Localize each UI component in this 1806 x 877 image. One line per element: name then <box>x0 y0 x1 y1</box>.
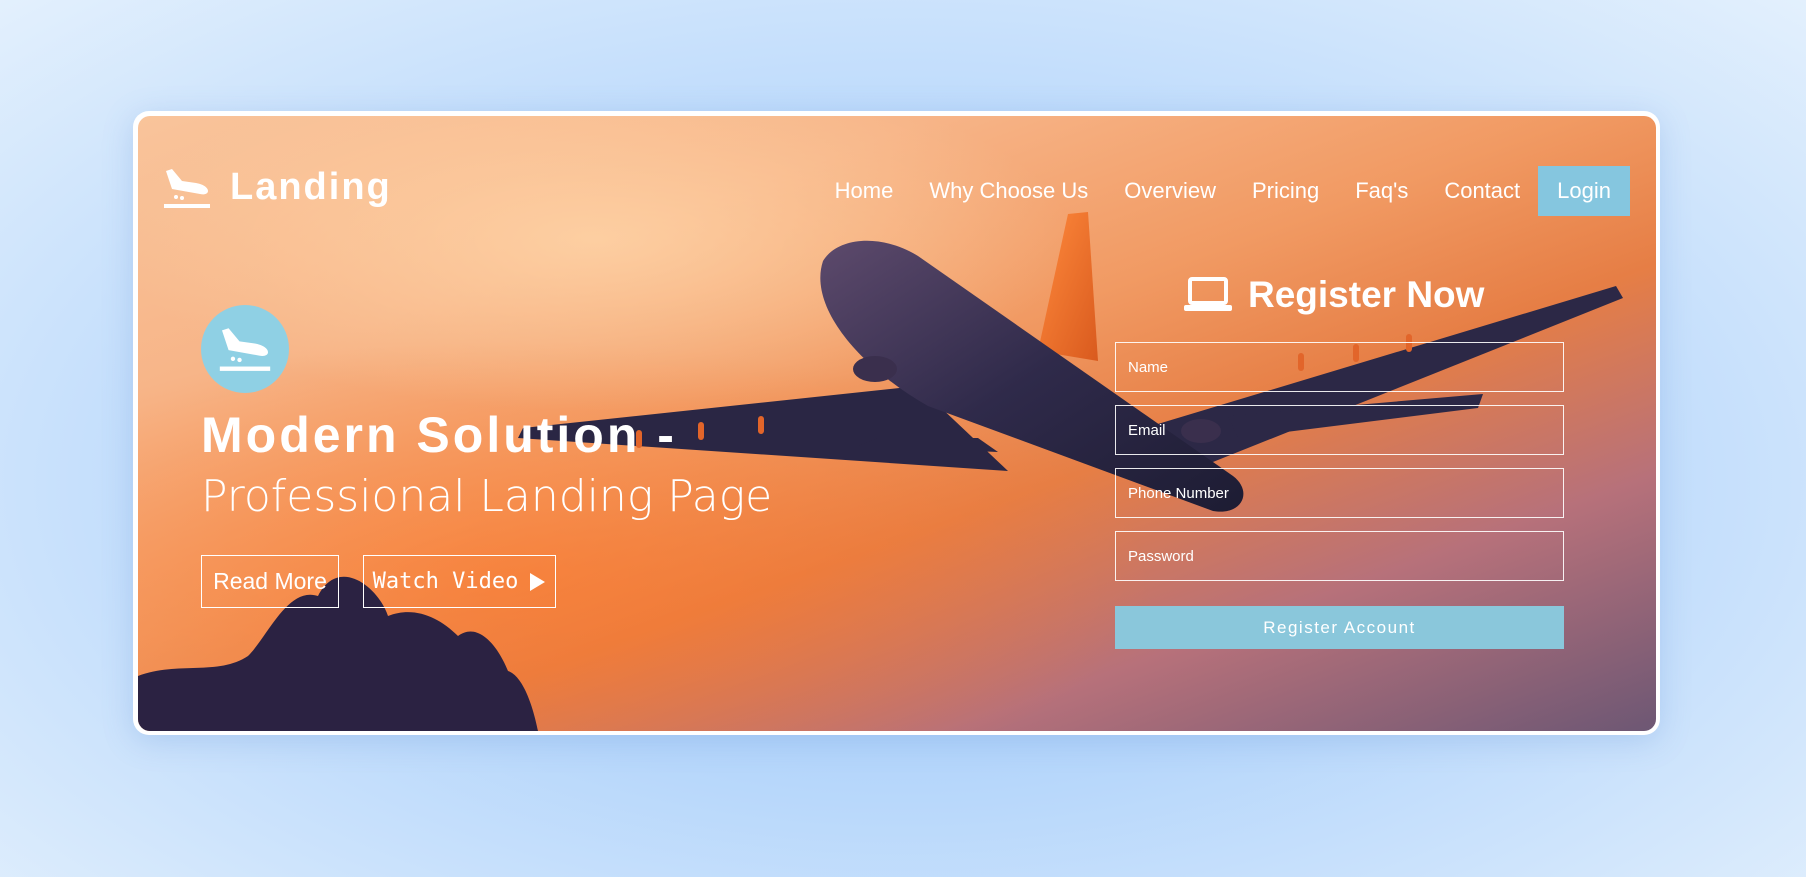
hero-badge <box>201 305 289 393</box>
read-more-label: Read More <box>213 568 327 594</box>
main-nav: Home Why Choose Us Overview Pricing Faq'… <box>817 166 1630 216</box>
nav-why-choose-us[interactable]: Why Choose Us <box>911 166 1106 216</box>
register-title-text: Register Now <box>1248 274 1485 315</box>
name-field[interactable] <box>1115 342 1564 392</box>
login-button[interactable]: Login <box>1538 166 1630 216</box>
hero-headline: Modern Solution - <box>201 407 677 463</box>
hero-subline: Professional Landing Page <box>201 471 773 522</box>
nav-faqs[interactable]: Faq's <box>1337 166 1426 216</box>
watch-video-button[interactable]: Watch Video <box>363 555 556 608</box>
brand-logo[interactable]: Landing <box>162 166 392 209</box>
email-field[interactable] <box>1115 405 1564 455</box>
watch-video-label: Watch Video <box>372 569 519 594</box>
play-icon <box>530 572 546 591</box>
nav-pricing[interactable]: Pricing <box>1234 166 1337 216</box>
nav-home[interactable]: Home <box>817 166 912 216</box>
plane-landing-icon <box>219 328 271 371</box>
laptop-icon <box>1184 277 1232 311</box>
password-field[interactable] <box>1115 531 1564 581</box>
register-account-button[interactable]: Register Account <box>1115 606 1564 649</box>
phone-number-field[interactable] <box>1115 468 1564 518</box>
read-more-button[interactable]: Read More <box>201 555 339 608</box>
plane-landing-icon <box>164 168 210 208</box>
hero-section: Landing Home Why Choose Us Overview Pric… <box>138 116 1656 731</box>
nav-contact[interactable]: Contact <box>1426 166 1538 216</box>
nav-overview[interactable]: Overview <box>1106 166 1234 216</box>
register-title: Register Now <box>1184 274 1484 316</box>
brand-name: Landing <box>230 166 392 208</box>
